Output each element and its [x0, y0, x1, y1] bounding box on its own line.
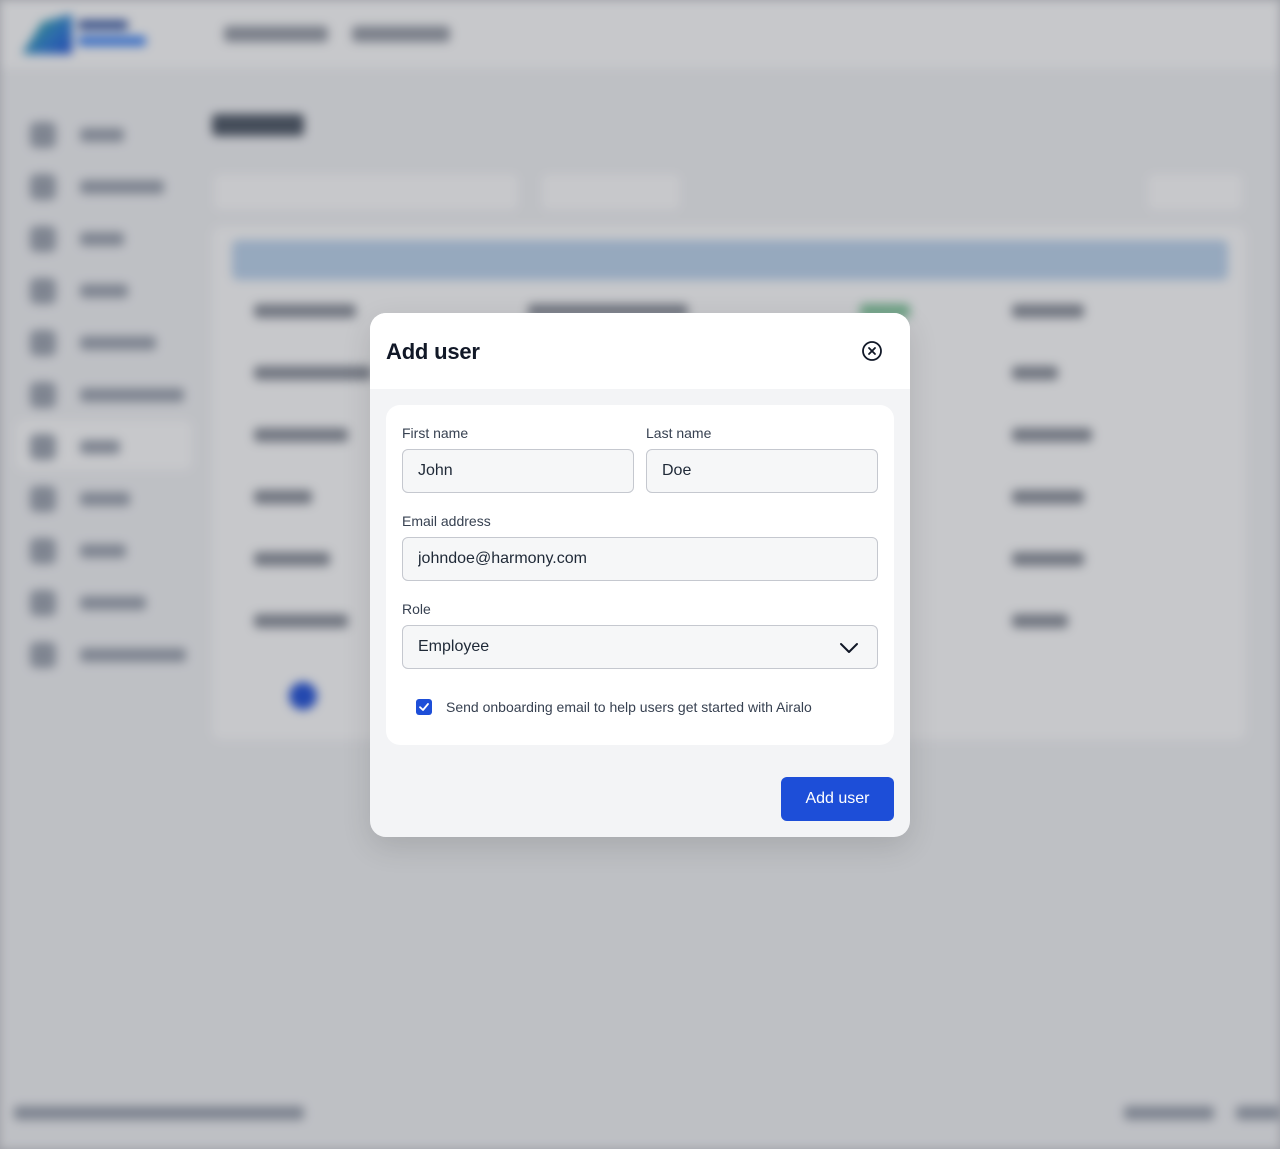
role-select-value: Employee: [418, 638, 490, 655]
email-field[interactable]: [402, 537, 878, 581]
onboarding-email-checkbox[interactable]: [416, 699, 432, 715]
add-user-submit-button[interactable]: Add user: [781, 777, 894, 821]
close-button[interactable]: [860, 339, 884, 363]
modal-title: Add user: [386, 339, 480, 364]
last-name-label: Last name: [646, 425, 712, 441]
chevron-down-icon: [840, 643, 858, 653]
checkmark-icon: [419, 703, 429, 711]
add-user-form: First name Last name Email address Role …: [386, 405, 894, 745]
close-circle-icon: [862, 341, 882, 361]
first-name-field[interactable]: [402, 449, 634, 493]
last-name-field[interactable]: [646, 449, 878, 493]
modal-header: Add user: [370, 313, 910, 389]
add-user-modal: Add user First name Last name Email addr…: [370, 313, 910, 837]
role-select[interactable]: Employee: [402, 625, 878, 669]
role-label: Role: [402, 601, 431, 617]
email-label: Email address: [402, 513, 491, 529]
first-name-label: First name: [402, 425, 469, 441]
onboarding-email-label[interactable]: Send onboarding email to help users get …: [446, 699, 812, 715]
